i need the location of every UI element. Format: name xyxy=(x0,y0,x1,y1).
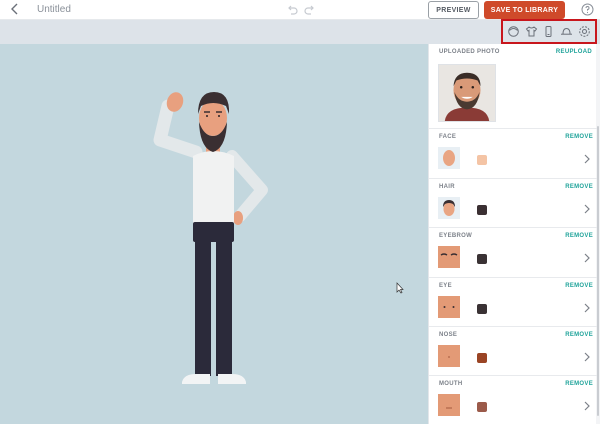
eye-thumbnail[interactable] xyxy=(438,296,460,318)
preview-button[interactable]: PREVIEW xyxy=(428,1,479,19)
mouth-label: MOUTH xyxy=(439,381,463,387)
mouth-section: MOUTH REMOVE xyxy=(429,375,597,424)
nose-section: NOSE REMOVE xyxy=(429,326,597,376)
eye-section: EYE REMOVE xyxy=(429,277,597,327)
hair-section: HAIR REMOVE xyxy=(429,178,597,228)
nose-thumbnail[interactable] xyxy=(438,345,460,367)
eye-label: EYE xyxy=(439,283,452,289)
phone-icon[interactable] xyxy=(542,25,555,38)
help-icon[interactable] xyxy=(581,3,594,16)
nose-label: NOSE xyxy=(439,332,458,338)
uploaded-photo-title: UPLOADED PHOTO xyxy=(439,49,500,55)
face-section: FACE REMOVE xyxy=(429,128,597,178)
mouth-color-swatch[interactable] xyxy=(477,402,487,412)
eyebrow-thumbnail[interactable] xyxy=(438,246,460,268)
face-thumbnail[interactable] xyxy=(438,147,460,169)
eye-remove-link[interactable]: REMOVE xyxy=(565,283,593,289)
head-icon[interactable] xyxy=(507,25,520,38)
panel-scrollbar-thumb[interactable] xyxy=(597,126,599,416)
settings-icon[interactable] xyxy=(578,25,591,38)
chevron-right-icon[interactable] xyxy=(583,203,591,215)
mouse-cursor-icon xyxy=(396,282,404,294)
face-color-swatch[interactable] xyxy=(477,155,487,165)
top-bar: Untitled PREVIEW SAVE TO LIBRARY xyxy=(0,0,600,20)
hair-remove-link[interactable]: REMOVE xyxy=(565,184,593,190)
uploaded-photo[interactable] xyxy=(438,64,496,122)
reupload-link[interactable]: REUPLOAD xyxy=(556,49,592,55)
chevron-right-icon[interactable] xyxy=(583,302,591,314)
mouth-remove-link[interactable]: REMOVE xyxy=(565,381,593,387)
character-illustration[interactable] xyxy=(0,44,428,424)
hair-label: HAIR xyxy=(439,184,455,190)
chevron-right-icon[interactable] xyxy=(583,351,591,363)
hat-icon[interactable] xyxy=(560,25,573,38)
customization-tool-group xyxy=(501,19,597,44)
hair-color-swatch[interactable] xyxy=(477,205,487,215)
face-remove-link[interactable]: REMOVE xyxy=(565,134,593,140)
chevron-right-icon[interactable] xyxy=(583,153,591,165)
save-to-library-button[interactable]: SAVE TO LIBRARY xyxy=(484,1,565,19)
eye-color-swatch[interactable] xyxy=(477,304,487,314)
customization-panel: UPLOADED PHOTO REUPLOAD FACE REMOVE HAIR… xyxy=(428,44,600,424)
nose-color-swatch[interactable] xyxy=(477,353,487,363)
eyebrow-remove-link[interactable]: REMOVE xyxy=(565,233,593,239)
shirt-icon[interactable] xyxy=(525,25,538,38)
redo-icon[interactable] xyxy=(303,3,317,17)
document-title[interactable]: Untitled xyxy=(37,4,71,15)
hair-thumbnail[interactable] xyxy=(438,197,460,219)
chevron-right-icon[interactable] xyxy=(583,400,591,412)
chevron-right-icon[interactable] xyxy=(583,252,591,264)
character-canvas[interactable] xyxy=(0,44,428,424)
face-label: FACE xyxy=(439,134,457,140)
eyebrow-color-swatch[interactable] xyxy=(477,254,487,264)
undo-icon[interactable] xyxy=(285,3,299,17)
mouth-thumbnail[interactable] xyxy=(438,394,460,416)
nose-remove-link[interactable]: REMOVE xyxy=(565,332,593,338)
eyebrow-section: EYEBROW REMOVE xyxy=(429,227,597,277)
eyebrow-label: EYEBROW xyxy=(439,233,473,239)
back-arrow-icon[interactable] xyxy=(8,2,22,16)
